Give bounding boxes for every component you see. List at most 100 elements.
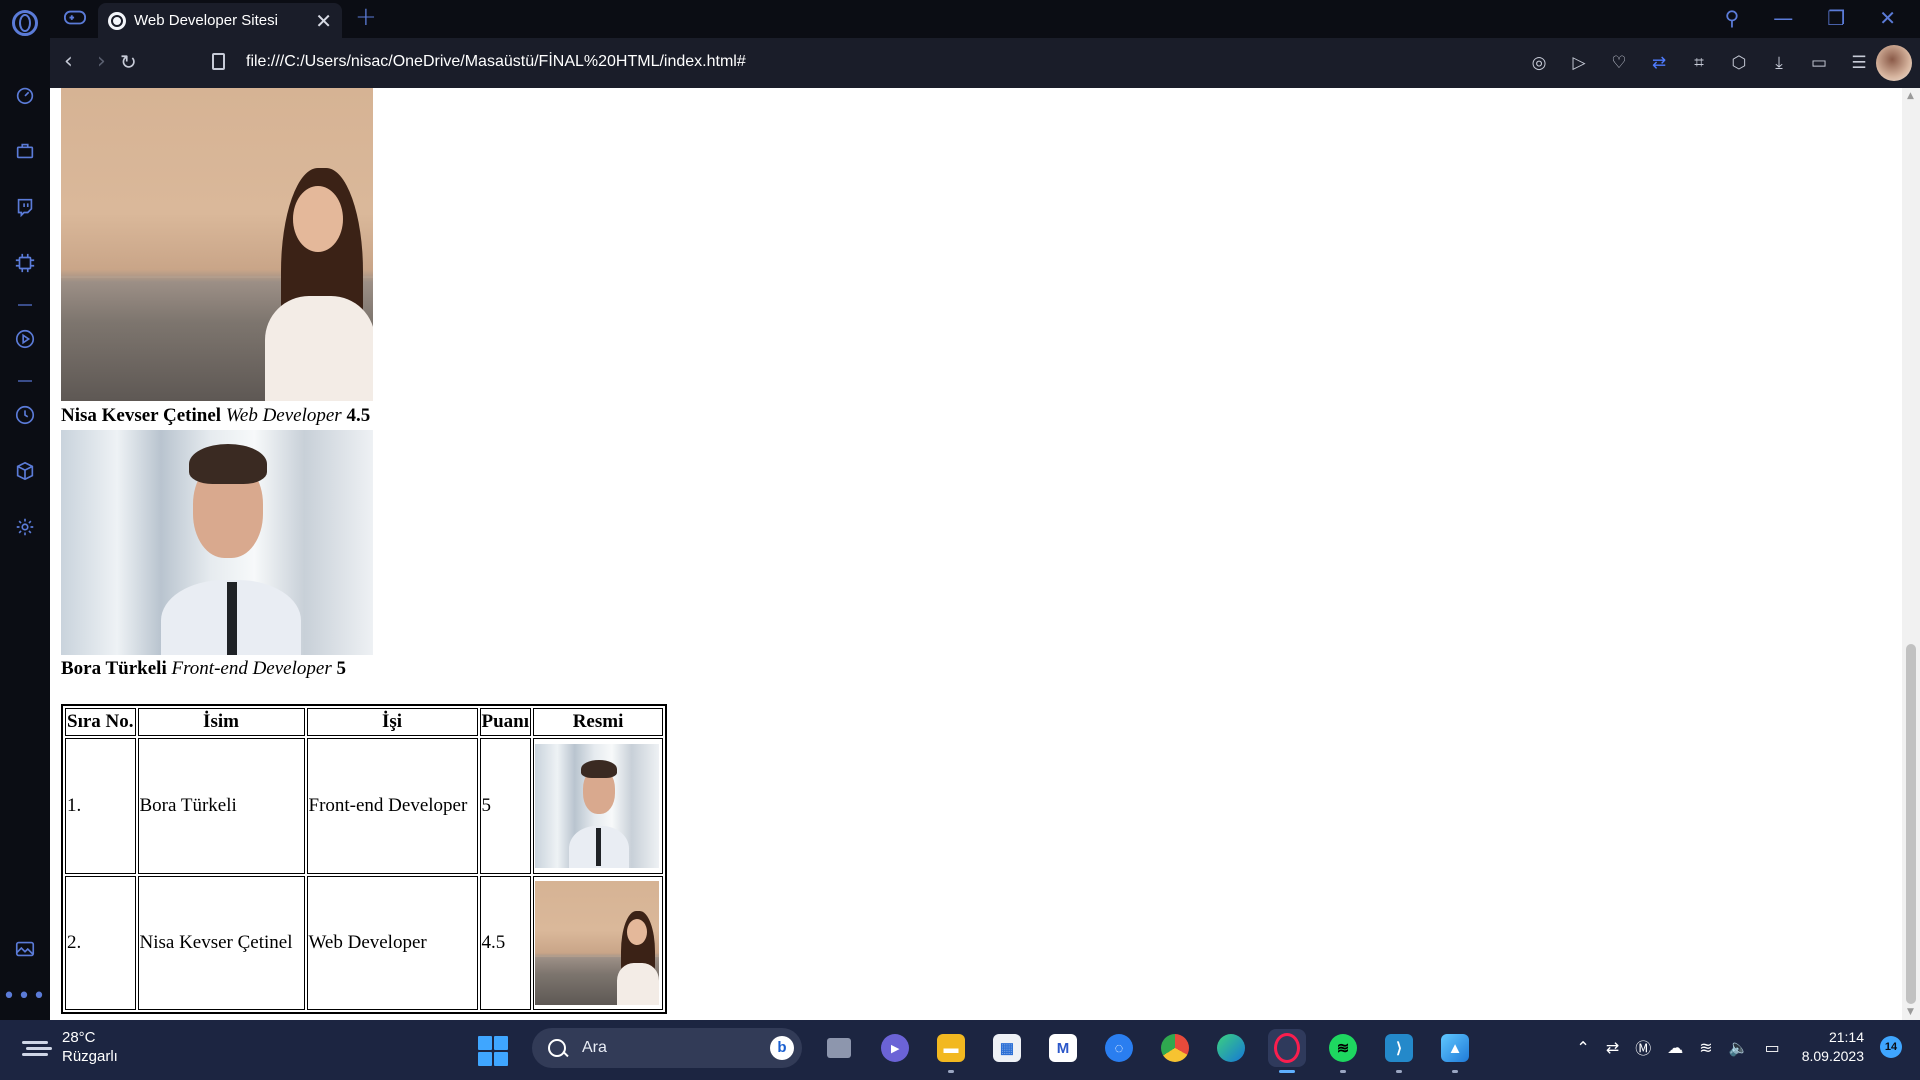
minimize-button[interactable]: — [1773,6,1793,30]
file-explorer-icon[interactable]: ▬ [932,1029,970,1073]
battery-icon[interactable]: ▭ [1765,1038,1780,1057]
table-row: 2. Nisa Kevser Çetinel Web Developer 4.5 [65,876,664,1010]
twitch-icon[interactable] [12,194,38,220]
teams-chat-icon[interactable]: ▸ [876,1029,914,1067]
header-name: İsim [137,708,305,736]
profile-score: 4.5 [346,405,371,426]
taskbar-search[interactable]: Ara b [532,1028,802,1068]
image-gallery-icon[interactable] [12,936,38,962]
cell-name: Nisa Kevser Çetinel [137,876,305,1010]
cell-job: Web Developer [306,876,478,1010]
cell-name: Bora Türkeli [137,738,305,874]
new-tab-button[interactable]: + [355,2,377,32]
weather-widget[interactable]: 28°C Rüzgarlı [22,1028,118,1066]
wind-icon [22,1037,52,1057]
profile-score: 5 [336,658,346,679]
tab-title: Web Developer Sitesi [134,12,278,29]
opera-gx-icon[interactable] [1268,1029,1306,1073]
battery-saver-icon[interactable]: ▭ [1808,52,1830,74]
windows-start-icon[interactable] [478,1036,508,1066]
profile-name: Bora Türkeli [61,658,167,679]
volume-icon[interactable]: 🔈 [1729,1038,1749,1057]
profile-caption-1: Nisa Kevser Çetinel Web Developer 4.5 [61,402,370,430]
vscode-icon[interactable]: ⟩ [1380,1029,1418,1073]
sidebar-divider [18,380,32,382]
header-job: İşi [306,708,478,736]
nisa-photo [61,88,373,401]
cell-photo [533,738,664,874]
onedrive-cloud-icon[interactable]: ☁ [1667,1038,1683,1057]
opera-sidebar: ••• [0,0,50,1020]
tray-settings-icon[interactable]: ⇄ [1606,1038,1619,1057]
back-button[interactable]: ‹ [64,49,73,74]
search-placeholder: Ara [582,1039,607,1056]
messenger-icon[interactable]: ◌ [1100,1029,1138,1067]
header-score: Puanı [479,708,532,736]
photos-app-icon[interactable]: ▲ [1436,1029,1474,1073]
nisa-photo-thumb [535,881,660,1005]
url-field[interactable]: file:///C:/Users/nisac/OneDrive/Masaüstü… [246,53,746,71]
web-page: Nisa Kevser Çetinel Web Developer 4.5 Bo… [50,88,1902,1020]
cell-no: 1. [65,738,136,874]
edge-icon[interactable] [1212,1029,1250,1067]
windows-taskbar: 28°C Rüzgarlı Ara b ▸ ▬ ▦ M ◌ ≋ ⟩ ▲ ⌃ ⇄ … [0,1020,1920,1080]
table-header-row: Sıra No. İsim İşi Puanı Resmi [65,708,664,736]
sidebar-divider [18,304,32,306]
bing-icon[interactable]: b [770,1036,794,1060]
search-icon [548,1039,566,1057]
clock[interactable]: 21:14 8.09.2023 [1802,1028,1864,1066]
scroll-up-icon[interactable]: ▲ [1907,91,1914,101]
settings-gear-icon[interactable] [12,514,38,540]
history-clock-icon[interactable] [12,402,38,428]
hardware-chip-icon[interactable] [12,250,38,276]
cell-score: 4.5 [479,876,532,1010]
aria-briefcase-icon[interactable] [12,138,38,164]
wifi-icon[interactable]: ≋ [1699,1038,1712,1057]
bora-photo-thumb [535,744,660,868]
download-icon[interactable]: ⤓ [1768,52,1790,74]
notification-badge[interactable]: 14 [1880,1036,1902,1058]
forward-button[interactable]: › [97,49,106,74]
globe-icon [108,11,126,30]
tab-active[interactable]: Web Developer Sitesi ✕ [98,3,342,38]
spotify-icon[interactable]: ≋ [1324,1029,1362,1073]
restore-button[interactable]: ❐ [1827,6,1845,30]
extensions-cube-icon[interactable] [12,458,38,484]
snapshot-camera-icon[interactable]: ◎ [1528,52,1550,74]
page-scrollbar[interactable]: ▲ ▼ [1902,88,1920,1020]
close-tab-icon[interactable]: ✕ [315,9,332,33]
tray-app-icon[interactable]: Ⓜ [1635,1035,1651,1059]
window-controls: ⚲ — ❐ ✕ [1725,6,1896,30]
player-icon[interactable] [12,326,38,352]
gx-gamepad-icon[interactable] [64,9,86,27]
scroll-thumb[interactable] [1906,644,1916,1004]
profile-avatar[interactable] [1876,45,1912,81]
more-options-icon[interactable]: ••• [3,986,48,1008]
mail-app-icon[interactable]: M [1044,1029,1082,1067]
header-no: Sıra No. [65,708,136,736]
performance-graph-icon[interactable]: ⌗ [1688,52,1710,74]
bookmark-heart-icon[interactable]: ♡ [1608,52,1630,74]
file-page-icon [212,53,225,70]
weather-temp: 28°C [62,1029,96,1046]
opera-logo-icon[interactable] [12,10,38,36]
speed-dial-icon[interactable] [12,82,38,108]
search-tabs-icon[interactable]: ⚲ [1725,6,1740,30]
cell-no: 2. [65,876,136,1010]
chrome-icon[interactable] [1156,1029,1194,1067]
translate-icon[interactable]: ⇄ [1648,52,1670,74]
send-flow-icon[interactable]: ▷ [1568,52,1590,74]
easy-setup-icon[interactable]: ☰ [1848,52,1870,74]
reload-button[interactable]: ↻ [120,50,137,74]
close-window-button[interactable]: ✕ [1879,6,1896,30]
address-bar-actions: ◎ ▷ ♡ ⇄ ⌗ ⬡ ⤓ ▭ ☰ [1528,52,1870,74]
clock-time: 21:14 [1828,1029,1864,1045]
scroll-down-icon[interactable]: ▼ [1907,1007,1914,1017]
task-view-icon[interactable] [820,1029,858,1067]
extensions-box-icon[interactable]: ⬡ [1728,52,1750,74]
show-hidden-icons-chevron-icon[interactable]: ⌃ [1576,1038,1589,1057]
cell-job: Front-end Developer [306,738,478,874]
header-photo: Resmi [533,708,664,736]
profile-job: Web Developer [225,405,342,426]
microsoft-store-icon[interactable]: ▦ [988,1029,1026,1067]
